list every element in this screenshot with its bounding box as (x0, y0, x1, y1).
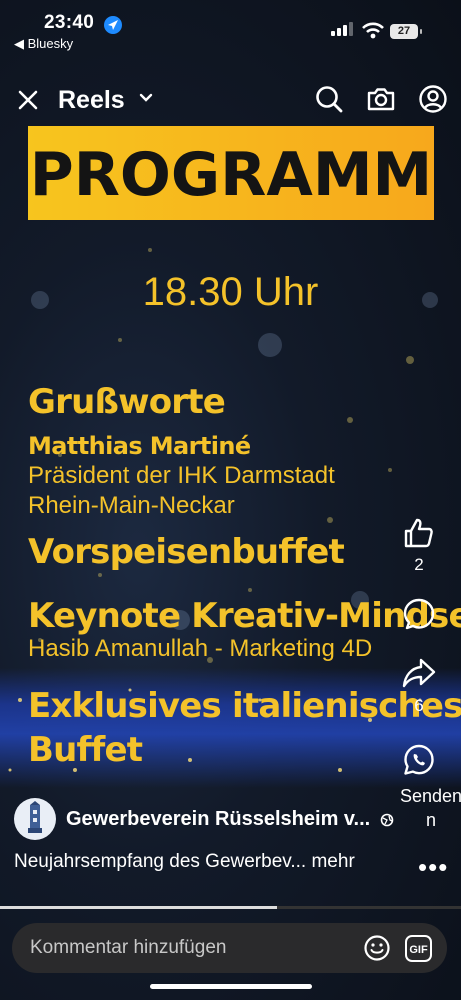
speaker-name: Matthias Martiné (28, 432, 251, 460)
share-arrow-icon (402, 658, 436, 688)
share-count: 6 (414, 696, 424, 715)
more-link[interactable]: mehr (311, 851, 354, 872)
program-item-title: Vorspeisenbuffet (28, 532, 345, 572)
comment-button[interactable] (389, 596, 449, 637)
cellular-signal-icon (331, 22, 357, 36)
home-indicator[interactable] (150, 984, 312, 989)
account-name-text: Gewerbeverein Rüsselsheim v... (66, 808, 371, 830)
comment-input-box[interactable]: Kommentar hinzufügen GIF (12, 923, 447, 973)
video-progress-fill (0, 906, 277, 909)
speaker-organization: Rhein-Main-Neckar (28, 492, 235, 519)
send-label-line: n (425, 810, 436, 830)
keynote-speaker: Hasib Amanullah - Marketing 4D (28, 635, 373, 662)
program-time: 18.30 Uhr (142, 270, 319, 314)
close-icon[interactable] (14, 86, 42, 114)
send-label: Senden n (398, 784, 461, 832)
video-progress-bar[interactable] (0, 906, 461, 909)
reels-topbar: Reels (0, 80, 461, 120)
like-button[interactable]: 2 (389, 516, 449, 575)
account-name[interactable]: Gewerbeverein Rüsselsheim v... (66, 808, 394, 831)
wifi-icon (362, 22, 384, 39)
reel-screen: 23:40 ◀ Bluesky 27 Reels PROGRAMM 18.30 … (0, 0, 461, 1000)
speaker-role: Präsident der IHK Darmstadt (28, 462, 335, 489)
globe-icon (380, 813, 394, 827)
camera-icon[interactable] (366, 84, 396, 114)
battery-indicator: 27 (390, 24, 422, 39)
post-description-text: Neujahrsempfang des Gewerbev... (14, 851, 307, 872)
thumbs-up-icon (404, 518, 433, 548)
send-whatsapp-button[interactable] (389, 742, 449, 783)
emoji-icon[interactable] (363, 934, 391, 962)
program-item-title: Buffet (28, 730, 143, 770)
share-button[interactable]: 6 (389, 655, 449, 716)
program-banner-text: PROGRAMM (29, 140, 433, 210)
comment-bubble-icon (403, 598, 435, 630)
program-banner: PROGRAMM (28, 126, 434, 220)
account-avatar[interactable] (14, 798, 56, 840)
location-arrow-icon (104, 16, 122, 34)
profile-icon[interactable] (418, 84, 448, 114)
like-count: 2 (414, 555, 424, 574)
search-icon[interactable] (314, 84, 344, 114)
more-options-icon[interactable]: ••• (418, 852, 448, 883)
reels-title[interactable]: Reels (58, 86, 125, 115)
status-bar: 23:40 ◀ Bluesky 27 (0, 0, 461, 56)
gif-button[interactable]: GIF (405, 935, 432, 962)
send-label-line: Senden (399, 786, 461, 806)
comment-placeholder: Kommentar hinzufügen (30, 937, 227, 958)
back-to-app-link[interactable]: ◀ Bluesky (14, 36, 73, 52)
program-item-title: Grußworte (28, 382, 226, 422)
whatsapp-icon (404, 744, 434, 775)
post-description[interactable]: Neujahrsempfang des Gewerbev... mehr (14, 851, 355, 873)
status-time: 23:40 (44, 12, 95, 33)
chevron-down-icon[interactable] (139, 92, 153, 104)
tower-logo-icon (28, 801, 42, 833)
